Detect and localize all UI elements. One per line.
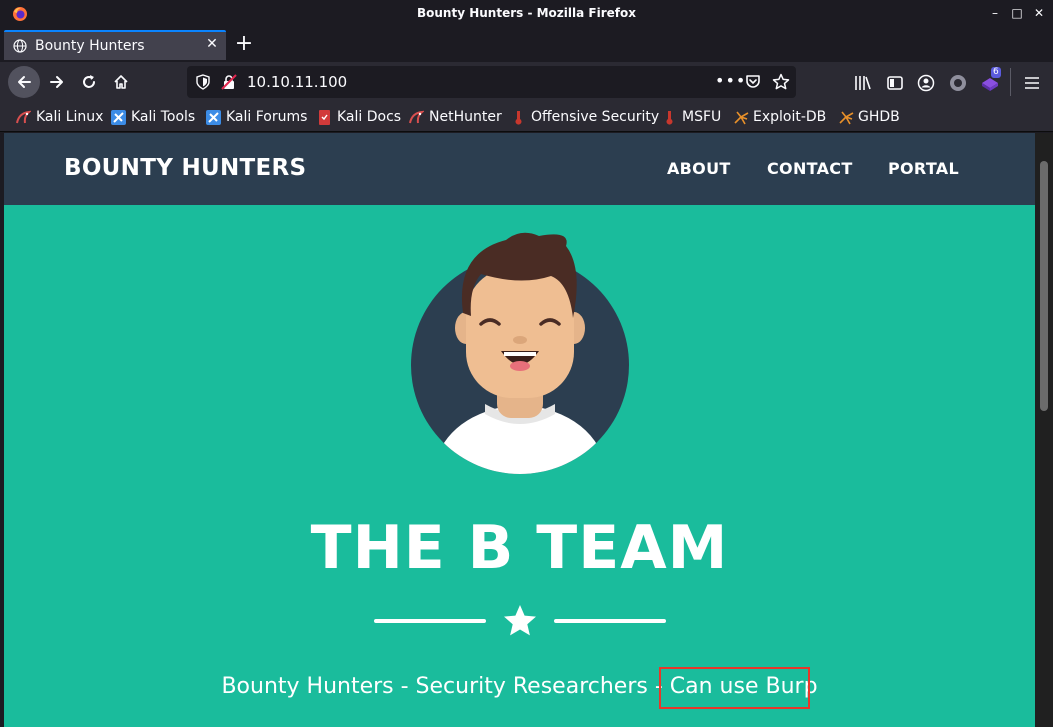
globe-icon: [13, 39, 27, 53]
bookmark-label: Kali Forums: [226, 109, 308, 125]
site-navbar: BOUNTY HUNTERS ABOUT CONTACT PORTAL: [4, 133, 1035, 205]
subtitle-prefix: Bounty Hunters - Security Researchers -: [221, 674, 670, 699]
bookmark-kali-linux[interactable]: Kali Linux: [16, 108, 103, 126]
bookmark-label: Kali Linux: [36, 109, 104, 125]
bookmark-label: MSFU: [682, 109, 722, 125]
site-brand-link[interactable]: BOUNTY HUNTERS: [64, 155, 306, 181]
extension-circle-icon[interactable]: [949, 74, 967, 92]
avatar-illustration: [411, 232, 629, 474]
tracking-shield-icon[interactable]: [195, 74, 211, 90]
home-icon: [114, 75, 128, 89]
nethunter-icon: [409, 110, 426, 125]
tab-close-icon[interactable]: ✕: [204, 36, 220, 54]
extension-badge-count: 6: [991, 67, 1001, 78]
window-title: Bounty Hunters - Mozilla Firefox: [417, 6, 636, 20]
forward-button[interactable]: [41, 66, 73, 98]
window-titlebar: Bounty Hunters - Mozilla Firefox – □ ✕: [0, 0, 1053, 28]
back-button[interactable]: [8, 66, 40, 98]
nav-link-about[interactable]: ABOUT: [667, 159, 731, 178]
exploit-db-icon: [733, 110, 749, 125]
page-content: BOUNTY HUNTERS ABOUT CONTACT PORTAL THE …: [4, 133, 1035, 727]
tab-label: Bounty Hunters: [35, 38, 145, 54]
bookmark-label: NetHunter: [429, 109, 502, 125]
msfu-icon: [662, 110, 677, 125]
nav-link-contact[interactable]: CONTACT: [767, 159, 853, 178]
bookmark-kali-forums[interactable]: Kali Forums: [206, 108, 307, 126]
star-icon: [504, 605, 536, 636]
bookmark-exploit-db[interactable]: Exploit-DB: [733, 108, 826, 126]
kali-dragon-icon: [16, 110, 33, 125]
arrow-right-icon: [50, 76, 63, 88]
page-actions-menu-icon[interactable]: •••: [715, 71, 746, 90]
kali-tools-icon: [111, 109, 126, 125]
extension-badge-button[interactable]: 6: [980, 67, 1002, 94]
divider-line-left: [374, 619, 486, 623]
navigation-toolbar: 10.10.11.100 ••• 6: [0, 62, 1053, 102]
kali-docs-icon: [317, 109, 332, 125]
bookmark-kali-tools[interactable]: Kali Tools: [111, 108, 195, 126]
hamburger-menu-icon[interactable]: [1023, 74, 1041, 92]
insecure-lock-icon[interactable]: [221, 74, 237, 90]
reload-button[interactable]: [73, 66, 105, 98]
reload-icon: [83, 75, 95, 88]
offsec-icon: [511, 110, 526, 125]
toolbar-divider: [1010, 68, 1011, 96]
sidebar-icon[interactable]: [886, 74, 904, 92]
bookmark-ghdb[interactable]: GHDB: [838, 108, 900, 126]
bookmarks-toolbar: Kali Linux Kali Tools Kali Forums Kali D…: [0, 102, 1053, 132]
url-bar[interactable]: 10.10.11.100 •••: [187, 66, 796, 98]
divider-line-right: [554, 619, 666, 623]
url-text[interactable]: 10.10.11.100: [247, 73, 347, 91]
bookmark-label: Exploit-DB: [753, 109, 827, 125]
account-icon[interactable]: [917, 74, 935, 92]
bookmark-nethunter[interactable]: NetHunter: [409, 108, 502, 126]
bookmark-label: Offensive Security: [531, 109, 660, 125]
page-scrollbar[interactable]: [1035, 133, 1053, 727]
new-tab-button[interactable]: +: [234, 32, 254, 56]
tab-bounty-hunters[interactable]: Bounty Hunters ✕: [4, 30, 226, 60]
hero-title: THE B TEAM: [310, 513, 729, 583]
bookmark-msfu[interactable]: MSFU: [662, 108, 721, 126]
tab-strip: Bounty Hunters ✕ +: [0, 28, 1053, 62]
pocket-icon[interactable]: [745, 74, 761, 90]
arrow-left-icon: [18, 76, 31, 88]
nav-link-portal[interactable]: PORTAL: [888, 159, 959, 178]
ghdb-icon: [838, 110, 854, 125]
scrollbar-thumb[interactable]: [1040, 161, 1048, 411]
library-icon[interactable]: [854, 74, 872, 92]
home-button[interactable]: [105, 66, 137, 98]
bookmark-star-icon[interactable]: [772, 73, 790, 91]
hero-subtitle: Bounty Hunters - Security Researchers - …: [4, 674, 1035, 699]
bookmark-kali-docs[interactable]: Kali Docs: [317, 108, 401, 126]
bookmark-label: Kali Tools: [131, 109, 196, 125]
maximize-button[interactable]: □: [1010, 6, 1024, 20]
minimize-button[interactable]: –: [988, 6, 1002, 20]
bookmark-offensive-security[interactable]: Offensive Security: [511, 108, 659, 126]
kali-forums-icon: [206, 109, 221, 125]
bookmark-label: Kali Docs: [337, 109, 402, 125]
annotation-highlight-box: [659, 667, 810, 709]
bookmark-label: GHDB: [858, 109, 900, 125]
close-window-button[interactable]: ✕: [1032, 6, 1046, 20]
